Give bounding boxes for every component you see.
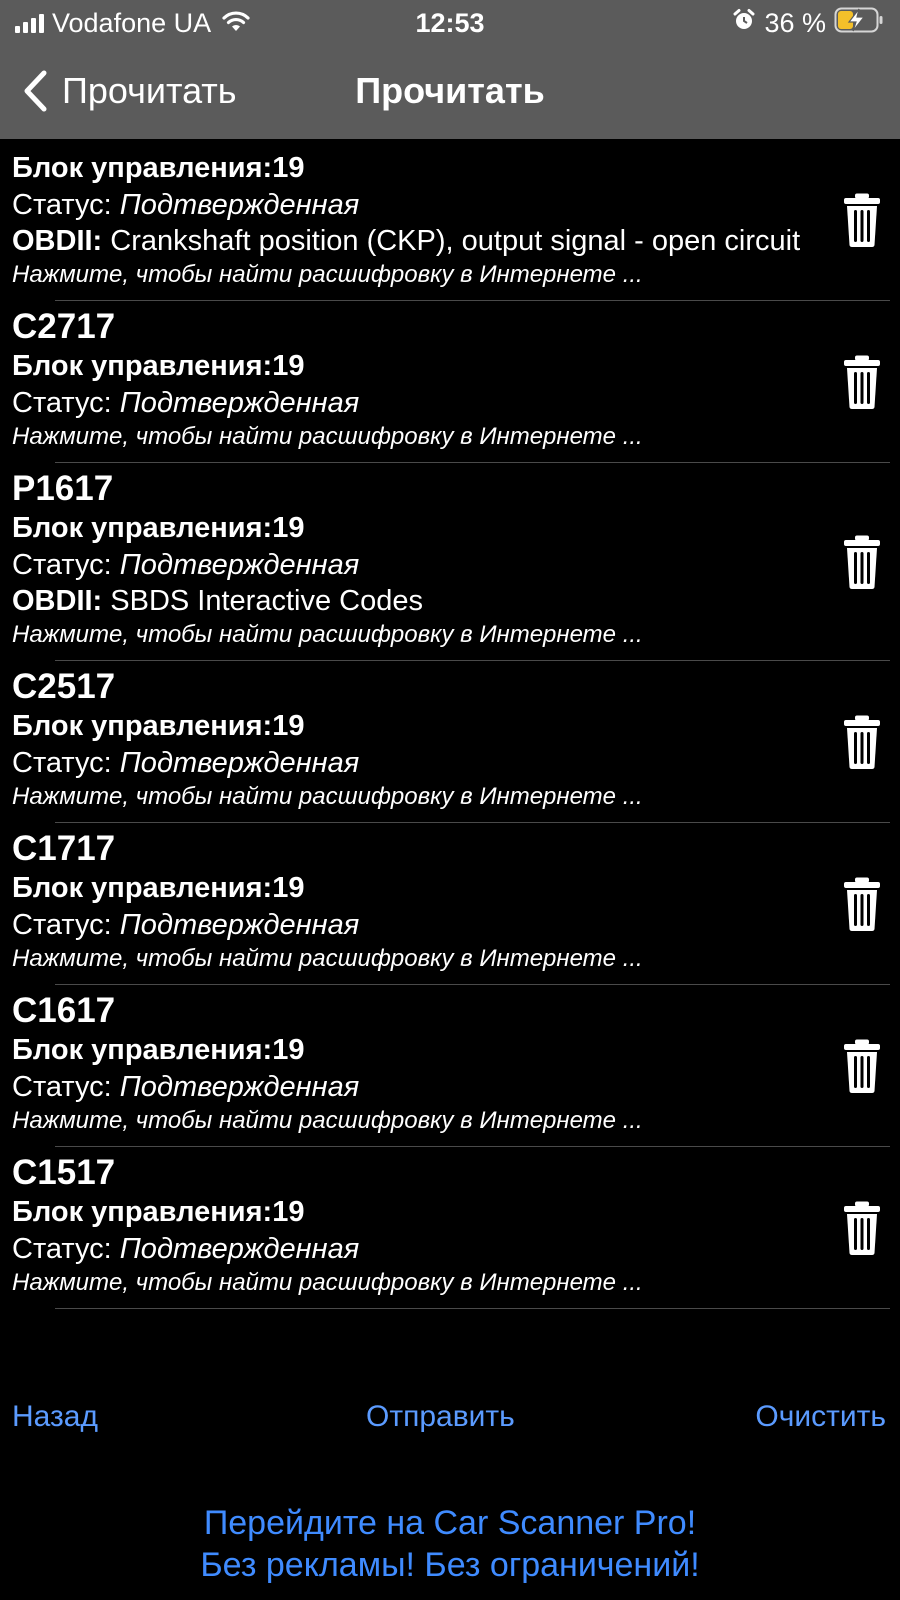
clear-button[interactable]: Очистить xyxy=(755,1390,886,1444)
dtc-list-item[interactable]: C1617 Блок управления:19 Статус: Подтвержд… xyxy=(0,985,900,1147)
dtc-list-item[interactable]: C2517 Блок управления:19 Статус: Подтвержд… xyxy=(0,661,900,823)
back-toolbar-button[interactable]: Назад xyxy=(12,1390,98,1444)
status-right: 36 % xyxy=(732,6,884,40)
dtc-code: C2517 xyxy=(12,667,116,706)
dtc-status: Статус: Подтвержденная xyxy=(12,1231,820,1267)
dtc-block-prefix: Блок управления: xyxy=(12,872,273,904)
trash-icon[interactable] xyxy=(842,876,882,932)
dtc-block-value: 19 xyxy=(272,710,305,742)
trash-icon[interactable] xyxy=(842,354,882,410)
send-button[interactable]: Отправить xyxy=(366,1390,515,1444)
dtc-status-value: Подтвержденная xyxy=(119,189,360,221)
dtc-code: C1517 xyxy=(12,1153,116,1192)
dtc-block-prefix: Блок управления: xyxy=(12,710,273,742)
dtc-block-value: 19 xyxy=(272,872,305,904)
dtc-obd-text: Crankshaft position (CKP), output signal… xyxy=(110,225,801,257)
dtc-status-value: Подтвержденная xyxy=(119,387,360,419)
trash-icon[interactable] xyxy=(842,534,882,590)
dtc-block-prefix: Блок управления: xyxy=(12,512,273,544)
dtc-status: Статус: Подтвержденная xyxy=(12,385,820,421)
dtc-control-block: Блок управления:19 xyxy=(12,509,820,547)
dtc-list-item[interactable]: P1617 Блок управления:19 Статус: Подтвержд… xyxy=(0,463,900,661)
trash-icon[interactable] xyxy=(842,1038,882,1094)
dtc-status: Статус: Подтвержденная xyxy=(12,1069,820,1105)
dtc-obd-description: OBDII: Crankshaft position (CKP), output… xyxy=(12,223,820,259)
screen: Vodafone UA 12:53 36 % Прочитать Прочита… xyxy=(0,0,900,1600)
dtc-status-value: Подтвержденная xyxy=(119,909,360,941)
dtc-status-prefix: Статус: xyxy=(12,1233,120,1265)
battery-percent: 36 % xyxy=(764,7,826,38)
dtc-search-hint[interactable]: Нажмите, чтобы найти расшифровку в Интер… xyxy=(12,421,820,457)
dtc-control-block: Блок управления:19 xyxy=(12,149,820,187)
dtc-control-block: Блок управления:19 xyxy=(12,707,820,745)
promo-line-1: Перейдите на Car Scanner Pro! xyxy=(203,1504,697,1542)
dtc-status-prefix: Статус: xyxy=(12,909,120,941)
dtc-code: C2717 xyxy=(12,307,116,346)
dtc-obd-text: SBDS Interactive Codes xyxy=(110,585,423,617)
dtc-list-item[interactable]: Блок управления:19 Статус: Подтвержденная… xyxy=(0,139,900,301)
dtc-search-hint[interactable]: Нажмите, чтобы найти расшифровку в Интер… xyxy=(12,1105,820,1141)
dtc-status: Статус: Подтвержденная xyxy=(12,745,820,781)
dtc-control-block: Блок управления:19 xyxy=(12,347,820,385)
dtc-status-value: Подтвержденная xyxy=(119,1071,360,1103)
dtc-status-value: Подтвержденная xyxy=(119,747,360,779)
dtc-control-block: Блок управления:19 xyxy=(12,1031,820,1069)
dtc-status-value: Подтвержденная xyxy=(119,1233,360,1265)
dtc-search-hint[interactable]: Нажмите, чтобы найти расшифровку в Интер… xyxy=(12,943,820,979)
dtc-list-item[interactable]: C1517 Блок управления:19 Статус: Подтвержд… xyxy=(0,1147,900,1309)
dtc-search-hint[interactable]: Нажмите, чтобы найти расшифровку в Интер… xyxy=(12,1267,820,1303)
dtc-list-item[interactable]: C1717 Блок управления:19 Статус: Подтвержд… xyxy=(0,823,900,985)
alarm-icon xyxy=(732,8,756,39)
dtc-block-prefix: Блок управления: xyxy=(12,1196,273,1228)
dtc-status-prefix: Статус: xyxy=(12,549,120,581)
dtc-code: C1617 xyxy=(12,991,116,1030)
trash-icon[interactable] xyxy=(842,192,882,248)
dtc-status: Статус: Подтвержденная xyxy=(12,187,820,223)
dtc-block-value: 19 xyxy=(272,152,305,184)
dtc-search-hint[interactable]: Нажмите, чтобы найти расшифровку в Интер… xyxy=(12,781,820,817)
dtc-status: Статус: Подтвержденная xyxy=(12,547,820,583)
dtc-control-block: Блок управления:19 xyxy=(12,869,820,907)
dtc-status-prefix: Статус: xyxy=(12,1071,120,1103)
row-separator xyxy=(55,1308,890,1309)
dtc-block-prefix: Блок управления: xyxy=(12,350,273,382)
dtc-list-item[interactable]: C2717 Блок управления:19 Статус: Подтвержд… xyxy=(0,301,900,463)
trash-icon[interactable] xyxy=(842,1200,882,1256)
dtc-block-prefix: Блок управления: xyxy=(12,152,273,184)
dtc-status: Статус: Подтвержденная xyxy=(12,907,820,943)
dtc-block-value: 19 xyxy=(272,1196,305,1228)
dtc-block-value: 19 xyxy=(272,350,305,382)
dtc-status-prefix: Статус: xyxy=(12,189,120,221)
dtc-obd-description: OBDII: SBDS Interactive Codes xyxy=(12,583,820,619)
dtc-status-prefix: Статус: xyxy=(12,747,120,779)
dtc-block-value: 19 xyxy=(272,512,305,544)
dtc-status-prefix: Статус: xyxy=(12,387,120,419)
battery-charging-icon xyxy=(834,7,884,40)
promo-line-2: Без рекламы! Без ограничений! xyxy=(200,1546,700,1584)
top-bar: Vodafone UA 12:53 36 % Прочитать Прочита… xyxy=(0,0,900,139)
dtc-block-prefix: Блок управления: xyxy=(12,1034,273,1066)
dtc-search-hint[interactable]: Нажмите, чтобы найти расшифровку в Интер… xyxy=(12,619,820,655)
dtc-control-block: Блок управления:19 xyxy=(12,1193,820,1231)
dtc-list: Блок управления:19 Статус: Подтвержденная… xyxy=(0,139,900,1339)
dtc-obd-prefix: OBDII: xyxy=(12,225,103,257)
dtc-search-hint[interactable]: Нажмите, чтобы найти расшифровку в Интер… xyxy=(12,259,820,295)
page-title: Прочитать xyxy=(355,70,545,111)
dtc-block-value: 19 xyxy=(272,1034,305,1066)
upgrade-promo-link[interactable]: Перейдите на Car Scanner Pro! Без реклам… xyxy=(0,1502,900,1586)
dtc-code: P1617 xyxy=(12,469,114,508)
bottom-toolbar: Назад Отправить Очистить xyxy=(0,1390,900,1444)
dtc-code: C1717 xyxy=(12,829,116,868)
dtc-status-value: Подтвержденная xyxy=(119,549,360,581)
dtc-obd-prefix: OBDII: xyxy=(12,585,103,617)
trash-icon[interactable] xyxy=(842,714,882,770)
